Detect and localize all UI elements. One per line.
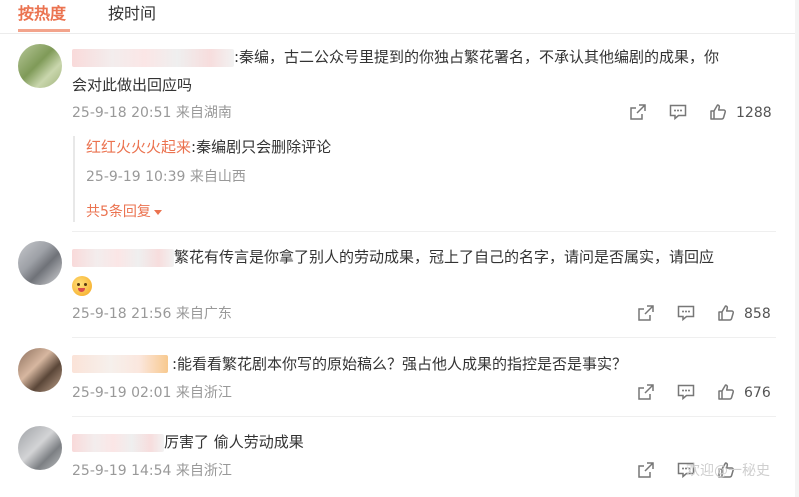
comment-text-continued: 会对此做出回应吗: [72, 76, 193, 94]
share-icon[interactable]: [636, 382, 656, 402]
comment-icon[interactable]: [676, 382, 696, 402]
reply-username[interactable]: 红红火火火起来: [86, 138, 191, 156]
reply-indent-bar: [73, 136, 75, 222]
tab-sort-by-time[interactable]: 按时间: [108, 3, 156, 25]
comment-divider: [72, 231, 776, 232]
like-icon[interactable]: [716, 303, 736, 323]
chevron-down-icon: [153, 209, 162, 215]
like-count: 858: [744, 306, 771, 322]
blurred-username[interactable]: [72, 434, 164, 452]
sort-tabs: 按热度 按时间: [0, 0, 799, 36]
comment-divider: [72, 337, 776, 338]
reply-text: 红红火火火起来:秦编剧只会删除评论: [86, 134, 331, 160]
comment-text: 厉害了 偷人劳动成果: [164, 433, 304, 451]
comment-time-location: 25-9-19 02:01 来自浙江: [72, 385, 232, 401]
comment-icon[interactable]: [668, 102, 688, 122]
like-count: 676: [744, 385, 771, 401]
avatar[interactable]: [18, 44, 62, 88]
comment-text: 繁花有传言是你拿了别人的劳动成果，冠上了自己的名字，请问是否属实，请回应: [174, 248, 715, 266]
more-replies-link[interactable]: 共5条回复: [86, 203, 162, 221]
active-tab-indicator: [18, 29, 70, 32]
comment-time-location: 25-9-18 21:56 来自广东: [72, 306, 232, 322]
comment-text: :能看看繁花剧本你写的原始稿么？强占他人成果的指控是否是事实？: [172, 355, 628, 373]
like-count: 1288: [736, 105, 772, 121]
comment-icon[interactable]: [676, 303, 696, 323]
reply-content: :秦编剧只会删除评论: [191, 138, 332, 156]
tab-sort-by-hot[interactable]: 按热度: [18, 3, 66, 25]
like-icon[interactable]: [716, 382, 736, 402]
comment-time-location: 25-9-18 20:51 来自湖南: [72, 105, 232, 121]
comment-text: :秦编，古二公众号里提到的你独占繁花署名，不承认其他编剧的成果，你: [234, 48, 720, 66]
comment-time-location: 25-9-19 14:54 来自浙江: [72, 463, 232, 479]
comment-divider: [72, 416, 776, 417]
blurred-username[interactable]: [72, 249, 174, 267]
share-icon[interactable]: [628, 102, 648, 122]
tabs-divider: [0, 33, 799, 34]
reply-time-location: 25-9-19 10:39 来自山西: [86, 169, 246, 185]
blurred-username[interactable]: [72, 355, 168, 373]
scrollbar[interactable]: [795, 0, 799, 497]
share-icon[interactable]: [636, 303, 656, 323]
like-icon[interactable]: [708, 102, 728, 122]
avatar[interactable]: [18, 348, 62, 392]
watermark: 欢迎@一秘史: [686, 463, 770, 479]
share-icon[interactable]: [636, 460, 656, 480]
more-replies-label: 共5条回复: [86, 204, 151, 220]
avatar[interactable]: [18, 241, 62, 285]
avatar[interactable]: [18, 426, 62, 470]
emoji-icon: [72, 276, 92, 296]
blurred-username[interactable]: [72, 49, 234, 67]
